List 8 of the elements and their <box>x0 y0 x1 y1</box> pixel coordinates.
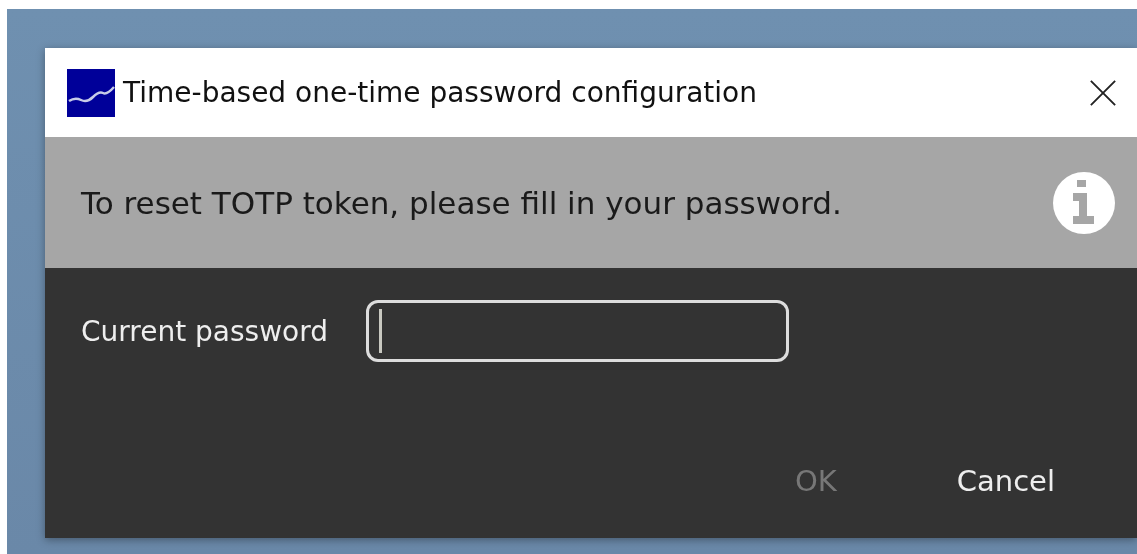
close-icon[interactable] <box>1089 78 1117 107</box>
info-icon <box>1053 171 1115 234</box>
window-title: Time-based one-time password configuration <box>123 76 758 109</box>
field-label: Current password <box>81 314 328 348</box>
cancel-button[interactable]: Cancel <box>956 464 1055 498</box>
app-icon <box>67 68 115 117</box>
banner-message: To reset TOTP token, please fill in your password. <box>81 184 842 221</box>
password-field[interactable] <box>366 300 789 362</box>
